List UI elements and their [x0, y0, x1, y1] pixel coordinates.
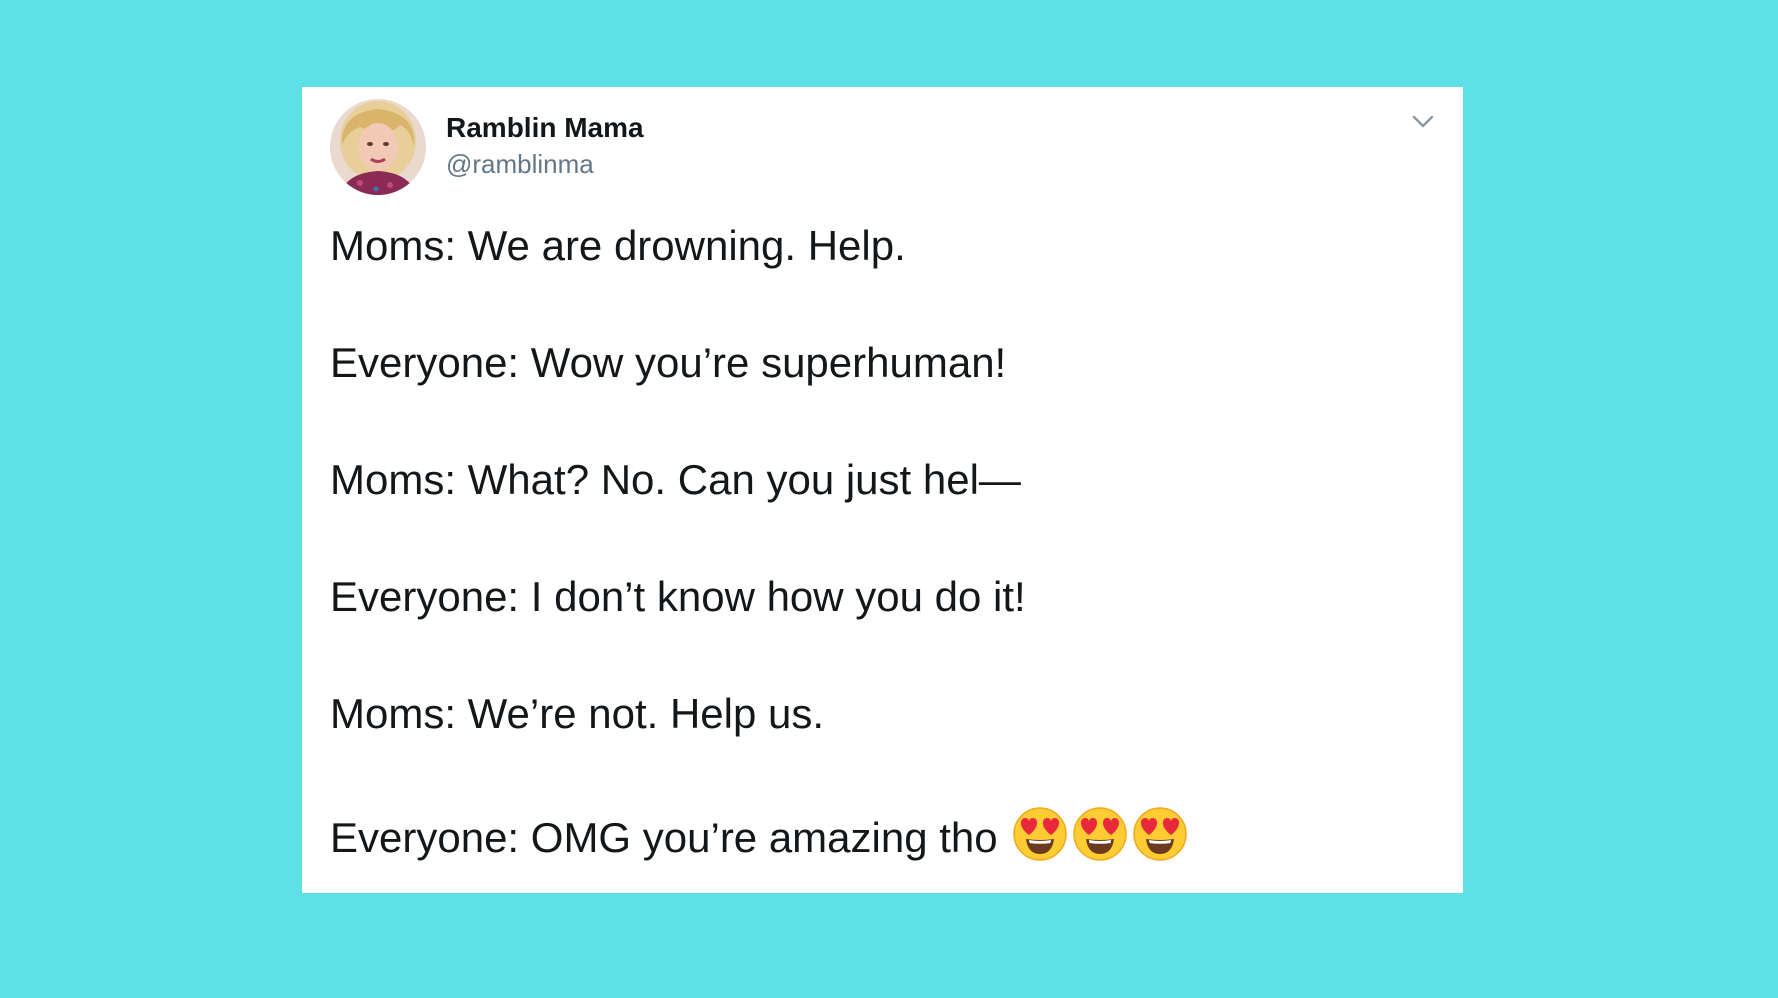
tweet-line-text: Everyone: OMG you’re amazing tho	[330, 814, 998, 861]
author-name[interactable]: Ramblin Mama	[446, 111, 644, 145]
tweet-author: Ramblin Mama @ramblinma	[446, 111, 644, 183]
tweet-line: Everyone: Wow you’re superhuman!	[330, 339, 1007, 386]
tweet-line: Everyone: I don’t know how you do it!	[330, 573, 1026, 620]
tweet-line-last: Everyone: OMG you’re amazing tho	[330, 806, 1435, 861]
avatar-photo	[330, 99, 426, 195]
avatar[interactable]	[330, 99, 426, 195]
tweet-text: Moms: We are drowning. Help. Everyone: W…	[330, 221, 1435, 923]
tweet-line: Moms: We’re not. Help us.	[330, 690, 825, 737]
tweet-line: Moms: We are drowning. Help.	[330, 222, 906, 269]
tweet-header: Ramblin Mama @ramblinma	[330, 99, 1435, 199]
chevron-down-icon[interactable]	[1409, 109, 1437, 133]
emoji-group	[998, 806, 1188, 863]
author-handle[interactable]: @ramblinma	[446, 145, 644, 183]
heart-eyes-emoji	[1012, 806, 1068, 862]
heart-eyes-emoji	[1072, 806, 1128, 862]
tweet-card: Ramblin Mama @ramblinma Moms: We are dro…	[302, 87, 1463, 893]
tweet-line: Moms: What? No. Can you just hel—	[330, 456, 1021, 503]
heart-eyes-emoji	[1132, 806, 1188, 862]
